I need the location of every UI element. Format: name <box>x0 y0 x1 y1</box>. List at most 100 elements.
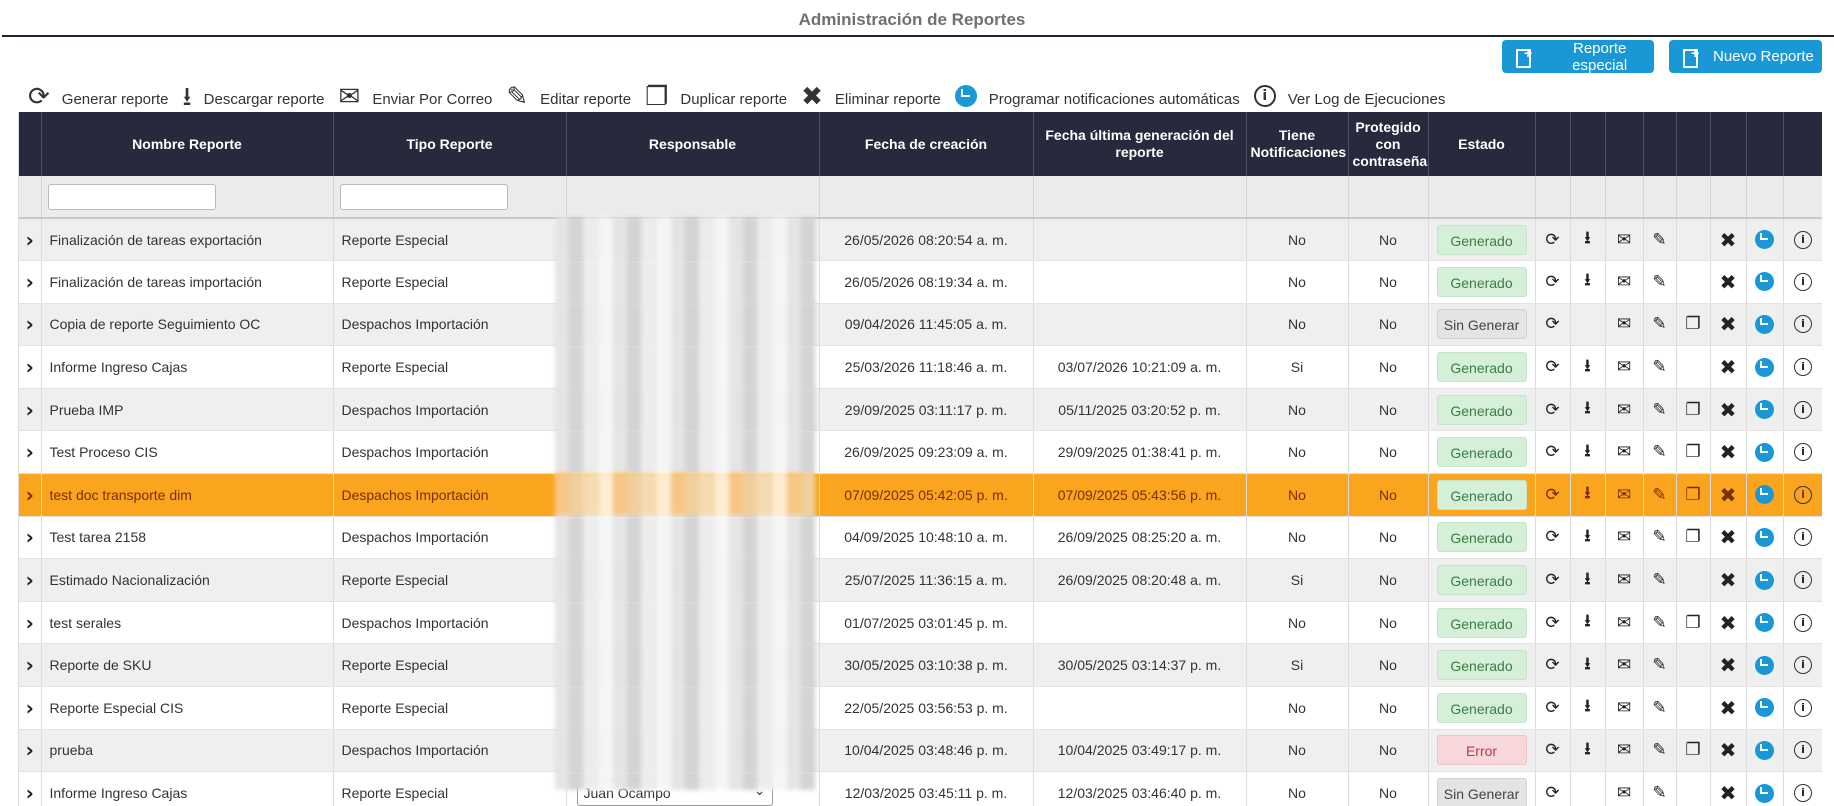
refresh-icon[interactable]: ⟳ <box>1545 783 1559 803</box>
duplicate-icon[interactable]: ❐ <box>1685 314 1700 334</box>
column-header-notifications[interactable]: Tiene Notificaciones <box>1246 112 1349 176</box>
info-icon[interactable]: i <box>1794 443 1812 462</box>
download-icon[interactable]: ⭳ <box>1585 526 1591 546</box>
duplicate-icon[interactable]: ❐ <box>1685 485 1700 505</box>
edit-icon[interactable]: ✎ <box>1652 570 1666 590</box>
schedule-clock-icon[interactable] <box>1755 230 1774 250</box>
delete-icon[interactable]: ✖ <box>1720 270 1737 294</box>
send-email-icon[interactable]: ✉ <box>1617 783 1631 803</box>
table-row[interactable]: › test serales Despachos Importación 01/07/… <box>19 599 1822 646</box>
refresh-icon[interactable]: ⟳ <box>1545 655 1559 675</box>
expand-row-icon[interactable]: › <box>19 643 42 688</box>
schedule-clock-icon[interactable] <box>1755 655 1774 675</box>
send-email-icon[interactable]: ✉ <box>1617 485 1631 505</box>
table-row[interactable]: › prueba Despachos Importación 10/04/2025 0… <box>19 727 1822 774</box>
delete-icon[interactable]: ✖ <box>1720 483 1737 507</box>
new-report-button[interactable]: Nuevo Reporte <box>1669 40 1822 73</box>
expand-row-icon[interactable]: › <box>19 388 42 432</box>
expand-row-icon[interactable]: › <box>19 218 42 262</box>
info-icon[interactable]: i <box>1794 571 1812 590</box>
download-icon[interactable]: ⭳ <box>1585 228 1591 248</box>
refresh-icon[interactable]: ⟳ <box>1545 613 1559 633</box>
expand-row-icon[interactable]: › <box>19 771 42 806</box>
table-row[interactable]: › Estimado Nacionalización Reporte Especia… <box>19 557 1822 603</box>
edit-icon[interactable]: ✎ <box>1652 272 1666 292</box>
column-header-status[interactable]: Estado <box>1428 112 1536 176</box>
send-email-icon[interactable]: ✉ <box>1617 314 1631 334</box>
table-row[interactable]: › Prueba IMP Despachos Importación 29/09/20… <box>19 386 1822 433</box>
column-header-name[interactable]: Nombre Reporte <box>41 112 334 176</box>
table-row[interactable]: › Finalización de tareas importación Repor… <box>19 259 1822 305</box>
refresh-icon[interactable]: ⟳ <box>1545 485 1559 505</box>
toolbar-info[interactable]: i Ver Log de Ejecuciones <box>1253 85 1445 110</box>
expand-row-icon[interactable]: › <box>19 473 42 517</box>
table-row[interactable]: › Test tarea 2158 Despachos Importación 04/… <box>19 514 1822 561</box>
info-icon[interactable]: i <box>1794 400 1812 419</box>
delete-icon[interactable]: ✖ <box>1720 440 1737 464</box>
expand-row-icon[interactable]: › <box>19 516 42 560</box>
edit-icon[interactable]: ✎ <box>1652 740 1666 760</box>
toolbar-schedule-clock[interactable]: Programar notificaciones automáticas <box>954 85 1240 110</box>
delete-icon[interactable]: ✖ <box>1720 653 1737 677</box>
expand-row-icon[interactable]: › <box>19 260 42 304</box>
edit-icon[interactable]: ✎ <box>1652 783 1666 803</box>
edit-icon[interactable]: ✎ <box>1652 314 1666 334</box>
refresh-icon[interactable]: ⟳ <box>1545 527 1559 547</box>
type-filter-input[interactable] <box>339 183 508 210</box>
edit-icon[interactable]: ✎ <box>1652 485 1666 505</box>
send-email-icon[interactable]: ✉ <box>1617 442 1631 462</box>
info-icon[interactable]: i <box>1794 698 1812 717</box>
send-email-icon[interactable]: ✉ <box>1617 570 1631 590</box>
delete-icon[interactable]: ✖ <box>1720 228 1737 252</box>
delete-icon[interactable]: ✖ <box>1720 781 1737 805</box>
send-email-icon[interactable]: ✉ <box>1617 272 1631 292</box>
duplicate-icon[interactable]: ❐ <box>1685 400 1700 420</box>
schedule-clock-icon[interactable] <box>1755 485 1774 505</box>
edit-icon[interactable]: ✎ <box>1652 230 1666 250</box>
send-email-icon[interactable]: ✉ <box>1617 740 1631 760</box>
schedule-clock-icon[interactable] <box>1755 783 1774 803</box>
refresh-icon[interactable]: ⟳ <box>1545 357 1559 377</box>
info-icon[interactable]: i <box>1794 485 1812 504</box>
toolbar-refresh[interactable]: ⟳ Generar reporte <box>28 84 169 110</box>
table-row[interactable]: › Informe Ingreso Cajas Reporte Especial Ju… <box>19 770 1822 806</box>
table-row[interactable]: › Informe Ingreso Cajas Reporte Especial 25… <box>19 344 1822 390</box>
info-icon[interactable]: i <box>1794 358 1812 377</box>
info-icon[interactable]: i <box>1794 315 1812 334</box>
refresh-icon[interactable]: ⟳ <box>1545 698 1559 718</box>
delete-icon[interactable]: ✖ <box>1720 611 1737 635</box>
schedule-clock-icon[interactable] <box>1755 442 1774 462</box>
toolbar-download[interactable]: ⭳ Descargar reporte <box>183 84 325 110</box>
expand-row-icon[interactable]: › <box>19 430 42 475</box>
expand-row-icon[interactable]: › <box>19 558 42 602</box>
refresh-icon[interactable]: ⟳ <box>1545 570 1559 590</box>
schedule-clock-icon[interactable] <box>1755 357 1774 377</box>
send-email-icon[interactable]: ✉ <box>1617 698 1631 718</box>
send-email-icon[interactable]: ✉ <box>1617 527 1631 547</box>
download-icon[interactable]: ⭳ <box>1585 611 1591 631</box>
edit-icon[interactable]: ✎ <box>1652 527 1666 547</box>
table-row[interactable]: › Finalización de tareas exportación Repor… <box>19 217 1822 263</box>
edit-icon[interactable]: ✎ <box>1652 357 1666 377</box>
download-icon[interactable]: ⭳ <box>1585 356 1591 376</box>
refresh-icon[interactable]: ⟳ <box>1545 314 1559 334</box>
table-row[interactable]: › Reporte Especial CIS Reporte Especial 22/… <box>19 685 1822 731</box>
delete-icon[interactable]: ✖ <box>1720 398 1737 422</box>
edit-icon[interactable]: ✎ <box>1652 613 1666 633</box>
schedule-clock-icon[interactable] <box>1755 570 1774 590</box>
toolbar-send-email[interactable]: ✉ Enviar Por Correo <box>339 84 493 110</box>
delete-icon[interactable]: ✖ <box>1720 696 1737 720</box>
schedule-clock-icon[interactable] <box>1755 314 1774 334</box>
send-email-icon[interactable]: ✉ <box>1617 655 1631 675</box>
column-header-type[interactable]: Tipo Reporte <box>333 112 567 176</box>
info-icon[interactable]: i <box>1794 272 1812 291</box>
schedule-clock-icon[interactable] <box>1755 613 1774 633</box>
expand-row-icon[interactable]: › <box>19 303 42 347</box>
column-header-owner[interactable]: Responsable <box>566 112 820 176</box>
info-icon[interactable]: i <box>1794 613 1812 632</box>
edit-icon[interactable]: ✎ <box>1652 698 1666 718</box>
refresh-icon[interactable]: ⟳ <box>1545 272 1559 292</box>
download-icon[interactable]: ⭳ <box>1585 739 1591 759</box>
toolbar-edit[interactable]: ✎ Editar reporte <box>506 84 631 110</box>
refresh-icon[interactable]: ⟳ <box>1545 230 1559 250</box>
